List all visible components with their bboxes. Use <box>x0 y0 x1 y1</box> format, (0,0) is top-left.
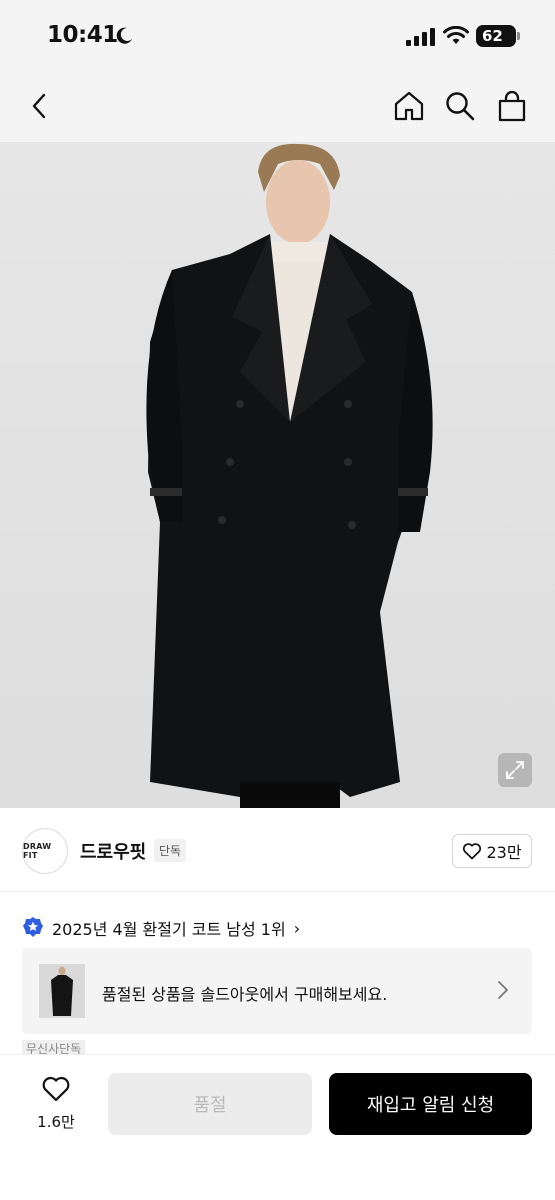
chevron-right-icon <box>498 981 508 999</box>
battery-cap <box>517 32 520 40</box>
brand-row: DRAW FIT 드로우핏 단독 23만 <box>0 808 555 892</box>
product-like-button[interactable]: 1.6만 <box>26 1075 86 1132</box>
battery-level: 62 <box>482 27 503 45</box>
home-icon <box>394 91 424 121</box>
status-bar: 10:41 62 <box>0 0 555 72</box>
soldout-banner-text: 품절된 상품을 솔드아웃에서 구매해보세요. <box>102 985 388 1004</box>
brand-logo-text: DRAW FIT <box>23 842 52 860</box>
restock-notify-button[interactable]: 재입고 알림 신청 <box>329 1073 532 1135</box>
back-button[interactable] <box>20 86 60 126</box>
nav-bar <box>0 72 555 142</box>
product-like-count: 1.6만 <box>37 1113 75 1131</box>
cart-button[interactable] <box>492 86 532 126</box>
search-icon <box>446 92 475 121</box>
expand-icon <box>506 761 524 779</box>
wifi-icon <box>443 26 469 44</box>
expand-image-button[interactable] <box>498 753 532 787</box>
soldout-banner[interactable]: 품절된 상품을 솔드아웃에서 구매해보세요. <box>22 948 532 1034</box>
heart-icon <box>463 843 482 860</box>
shopping-bag-icon <box>498 90 526 122</box>
ranking-link[interactable]: 2025년 4월 환절기 코트 남성 1위 › <box>22 914 300 942</box>
product-photo <box>146 143 433 808</box>
bottom-action-bar: 1.6만 품절 재입고 알림 신청 <box>0 1054 555 1200</box>
brand-logo[interactable]: DRAW FIT <box>22 828 68 874</box>
signal-icon <box>406 28 435 46</box>
heart-icon <box>42 1076 70 1102</box>
moon-icon <box>116 27 132 44</box>
product-image[interactable] <box>0 142 555 808</box>
chevron-right-icon: › <box>293 918 301 938</box>
battery-icon: 62 <box>476 25 516 47</box>
brand-like-count: 23만 <box>486 843 522 862</box>
status-time: 10:41 <box>47 22 118 48</box>
brand-like-button[interactable]: 23만 <box>452 834 532 868</box>
ranking-text: 2025년 4월 환절기 코트 남성 1위 <box>52 920 286 939</box>
brand-name[interactable]: 드로우핏 <box>80 838 146 864</box>
exclusive-badge: 단독 <box>154 839 187 862</box>
product-thumbnail <box>39 964 85 1018</box>
back-arrow-icon <box>32 93 46 119</box>
soldout-button[interactable]: 품절 <box>108 1073 312 1135</box>
search-button[interactable] <box>440 86 480 126</box>
rank-badge-icon <box>23 917 43 937</box>
home-button[interactable] <box>389 86 429 126</box>
